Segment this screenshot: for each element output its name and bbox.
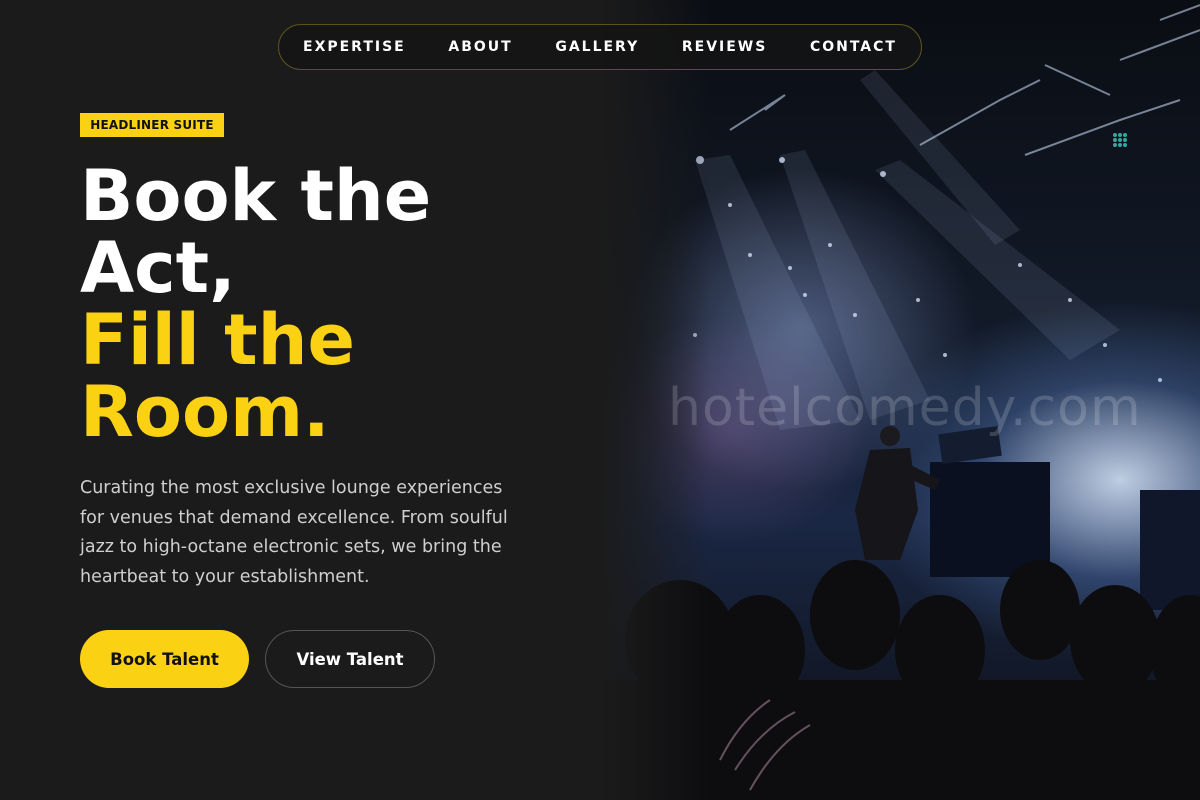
nav-item-contact[interactable]: CONTACT [810,39,897,55]
image-watermark: hotelcomedy.com [668,378,1142,438]
nav-item-expertise[interactable]: EXPERTISE [303,39,406,55]
headline-line-3: Fill the [80,299,355,381]
headliner-badge: HEADLINER SUITE [80,113,224,137]
book-talent-button[interactable]: Book Talent [80,630,249,688]
view-talent-button[interactable]: View Talent [265,630,435,688]
nav-item-reviews[interactable]: REVIEWS [682,39,767,55]
nav-item-gallery[interactable]: GALLERY [555,39,639,55]
hero-headline: Book the Act, Fill the Room. [80,160,580,448]
headline-line-4: Room. [80,371,330,453]
headline-line-1: Book the [80,155,432,237]
sparkle-icon [1113,133,1127,147]
headline-line-2: Act, [80,227,236,309]
hero-description: Curating the most exclusive lounge exper… [80,478,508,587]
main-navigation: EXPERTISE ABOUT GALLERY REVIEWS CONTACT [278,24,922,70]
nav-item-about[interactable]: ABOUT [448,39,512,55]
